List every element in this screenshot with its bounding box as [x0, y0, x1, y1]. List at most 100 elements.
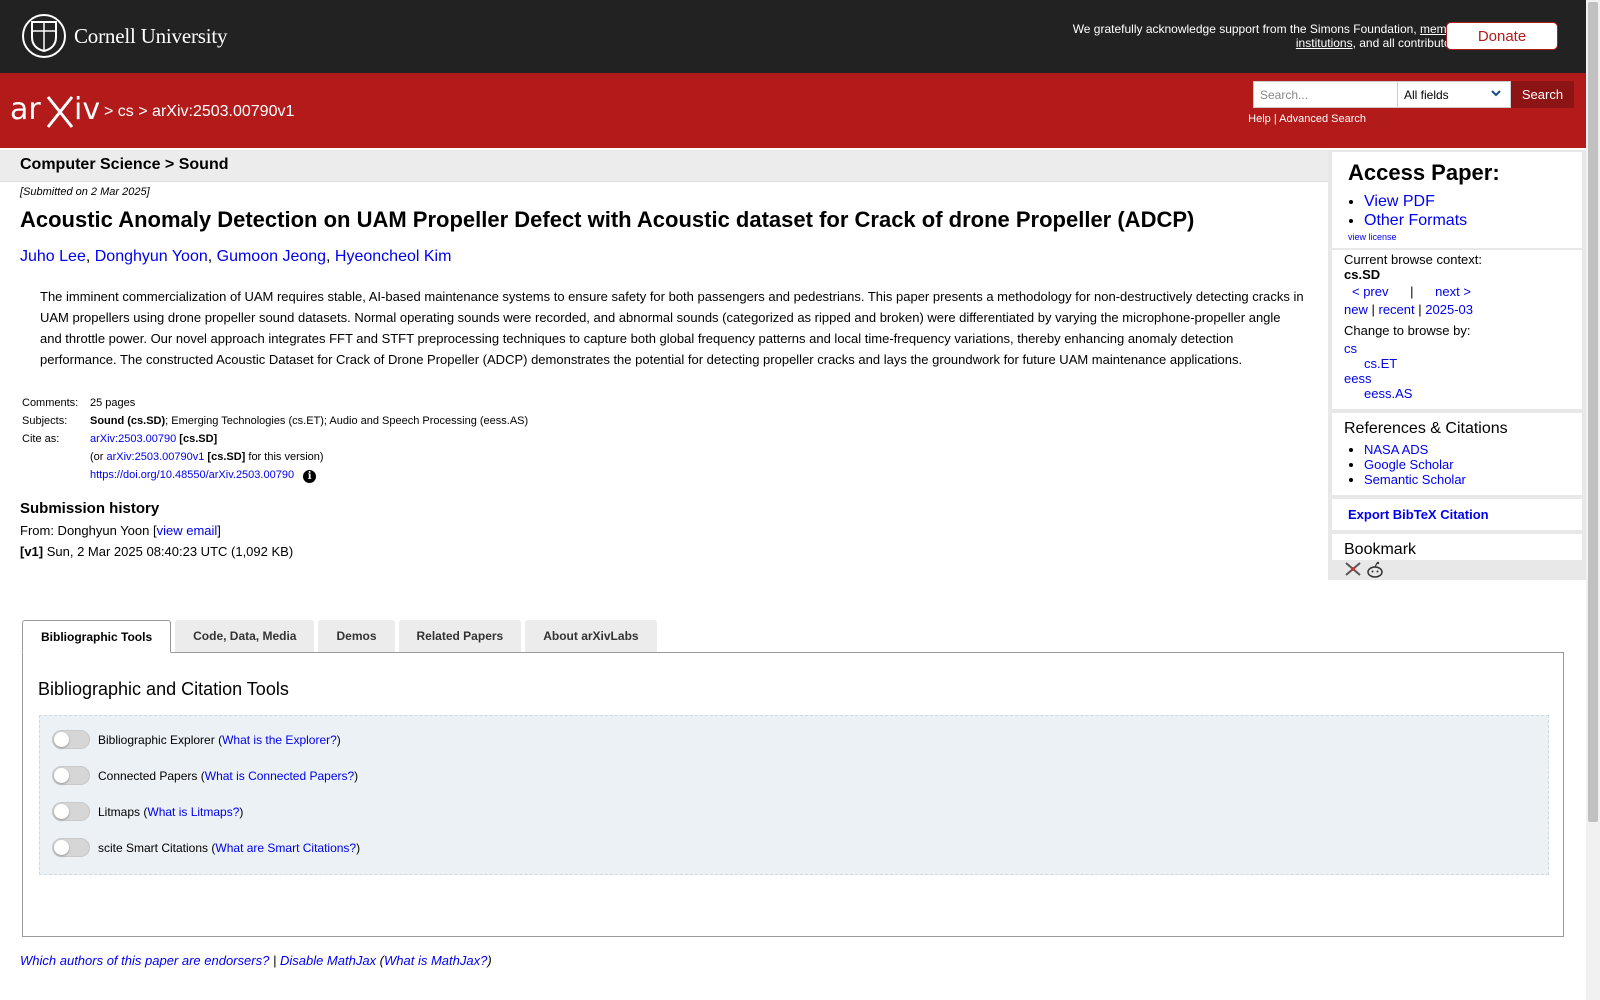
cite-or: (or [90, 451, 107, 463]
access-paper-box: Access Paper: View PDF Other Formats vie… [1332, 152, 1582, 248]
breadcrumb-cs[interactable]: cs [118, 103, 134, 120]
version-label: [v1] [20, 544, 44, 559]
toggle-row: Connected Papers (What is Connected Pape… [52, 766, 358, 785]
change-browse-label: Change to browse by: [1344, 323, 1471, 338]
version-line: [v1] Sun, 2 Mar 2025 08:40:23 UTC (1,092… [20, 544, 1320, 559]
new-link[interactable]: new [1344, 302, 1368, 317]
month-link[interactable]: 2025-03 [1425, 302, 1473, 317]
recent-link[interactable]: recent [1379, 302, 1415, 317]
author-link[interactable]: Hyeoncheol Kim [335, 248, 452, 265]
bibliographic-explorer-toggle[interactable] [52, 730, 90, 749]
view-pdf-link[interactable]: View PDF [1364, 193, 1435, 210]
toggle-row: Bibliographic Explorer (What is the Expl… [52, 730, 341, 749]
prev-next-sep: | [1410, 284, 1414, 299]
cite-label: Cite as: [22, 433, 60, 445]
view-email-link[interactable]: view email [157, 523, 218, 538]
help-link[interactable]: Help [1248, 113, 1271, 125]
doi-link[interactable]: https://doi.org/10.48550/arXiv.2503.0079… [90, 469, 294, 481]
cite-id-link[interactable]: arXiv:2503.00790 [90, 433, 176, 445]
toggle-label: Bibliographic Explorer [98, 732, 215, 747]
prev-next: < prev | next > [1344, 284, 1570, 299]
donate-button[interactable]: Donate [1446, 22, 1558, 50]
breadcrumb-paper-id: arXiv:2503.00790v1 [152, 103, 295, 120]
list-item: Other Formats [1364, 211, 1566, 230]
browse-cat-link[interactable]: eess [1344, 371, 1371, 386]
google-scholar-link[interactable]: Google Scholar [1364, 457, 1454, 472]
other-formats-link[interactable]: Other Formats [1364, 212, 1467, 229]
list-item: View PDF [1364, 192, 1566, 211]
next-link[interactable]: next > [1435, 284, 1471, 299]
submission-history-title: Submission history [20, 500, 160, 517]
paper-main: [Submitted on 2 Mar 2025] Acoustic Anoma… [20, 186, 1320, 559]
view-license-link[interactable]: view license [1348, 232, 1566, 242]
cite-version-link[interactable]: arXiv:2503.00790v1 [107, 451, 205, 463]
list-item: Semantic Scholar [1364, 472, 1570, 487]
litmaps-toggle[interactable] [52, 802, 90, 821]
browse-cat-link[interactable]: cs.ET [1364, 356, 1397, 371]
labs-tabs: Bibliographic Tools Code, Data, Media De… [22, 620, 661, 653]
semantic-scholar-link[interactable]: Semantic Scholar [1364, 472, 1466, 487]
cite-version: (or arXiv:2503.00790v1 [cs.SD] for this … [88, 448, 530, 466]
reddit-icon[interactable] [1366, 561, 1384, 582]
search-input[interactable] [1253, 81, 1398, 108]
tab-about-arxivlabs[interactable]: About arXivLabs [525, 620, 657, 652]
submission-from: From: Donghyun Yoon [view email] [20, 523, 1320, 538]
tab-demos[interactable]: Demos [318, 620, 395, 652]
toggle-knob [54, 732, 69, 747]
svg-text:ar: ar [10, 92, 41, 127]
divider [1332, 409, 1582, 413]
bibsonomy-icon[interactable] [1344, 561, 1362, 582]
pipe-sep: | [1418, 302, 1422, 317]
toggle-help-link[interactable]: What is Connected Papers? [205, 769, 354, 783]
breadcrumb: > cs > arXiv:2503.00790v1 [104, 103, 294, 121]
author-link[interactable]: Gumoon Jeong [217, 248, 326, 265]
tab-related-papers[interactable]: Related Papers [398, 620, 522, 652]
browse-cat-link[interactable]: cs [1344, 341, 1357, 356]
support-text: We gratefully acknowledge support from t… [1044, 22, 1464, 50]
info-icon[interactable]: i [303, 470, 317, 483]
nasa-ads-link[interactable]: NASA ADS [1364, 442, 1428, 457]
subject-header-text: Computer Science > Sound [20, 156, 229, 173]
browse-context-label: Current browse context: [1344, 252, 1483, 267]
footer-sep: | [272, 953, 277, 968]
abstract: The imminent commercialization of UAM re… [40, 289, 1304, 367]
toggle-knob [54, 768, 69, 783]
toggle-row: scite Smart Citations (What are Smart Ci… [52, 838, 360, 857]
toggle-label: scite Smart Citations [98, 840, 209, 855]
subject-header: Computer Science > Sound [0, 150, 1328, 182]
scrollbar[interactable] [1586, 0, 1600, 1000]
help-sep: | [1273, 113, 1277, 125]
toggle-help-link[interactable]: What is Litmaps? [147, 805, 239, 819]
browse-context-value: cs.SD [1344, 267, 1381, 282]
support-pre: We gratefully acknowledge support from t… [1072, 22, 1420, 36]
toggle-help-link[interactable]: What is the Explorer? [222, 733, 337, 747]
endorsers-link[interactable]: Which authors of this paper are endorser… [20, 953, 269, 968]
metadata-table: Comments: 25 pages Subjects: Sound (cs.S… [20, 394, 530, 486]
author-link[interactable]: Donghyun Yoon [95, 248, 208, 265]
browse-cat-link[interactable]: eess.AS [1364, 386, 1412, 401]
search-button[interactable]: Search [1511, 81, 1574, 108]
submitted-date: [Submitted on 2 Mar 2025] [20, 186, 150, 198]
arxiv-logo[interactable]: ar iv [10, 91, 100, 136]
prev-link[interactable]: < prev [1352, 284, 1389, 299]
breadcrumb-sep: > [138, 103, 148, 120]
connected-papers-toggle[interactable] [52, 766, 90, 785]
scite-toggle[interactable] [52, 838, 90, 857]
scroll-thumb[interactable] [1588, 2, 1598, 822]
toggle-help-link[interactable]: What are Smart Citations? [215, 841, 356, 855]
disable-mathjax-link[interactable]: Disable MathJax [280, 953, 376, 968]
tab-code-data-media[interactable]: Code, Data, Media [175, 620, 315, 652]
search-field-select[interactable]: All fields [1398, 81, 1511, 108]
cite-version-suffix: for this version) [245, 451, 324, 463]
cornell-logo[interactable]: Cornell University [22, 14, 227, 58]
tab-bibliographic-tools[interactable]: Bibliographic Tools [22, 620, 172, 653]
primary-subject: Sound (cs.SD) [90, 415, 166, 427]
what-is-mathjax-link[interactable]: What is MathJax? [384, 953, 487, 968]
advanced-search-link[interactable]: Advanced Search [1279, 113, 1366, 125]
arxiv-header: ar iv > cs > arXiv:2503.00790v1 All fiel… [0, 73, 1586, 148]
list-item: Google Scholar [1364, 457, 1570, 472]
export-bibtex-link[interactable]: Export BibTeX Citation [1348, 507, 1489, 522]
author-link[interactable]: Juho Lee [20, 248, 86, 265]
panel-title: Bibliographic and Citation Tools [38, 679, 289, 699]
list-item: NASA ADS [1364, 442, 1570, 457]
